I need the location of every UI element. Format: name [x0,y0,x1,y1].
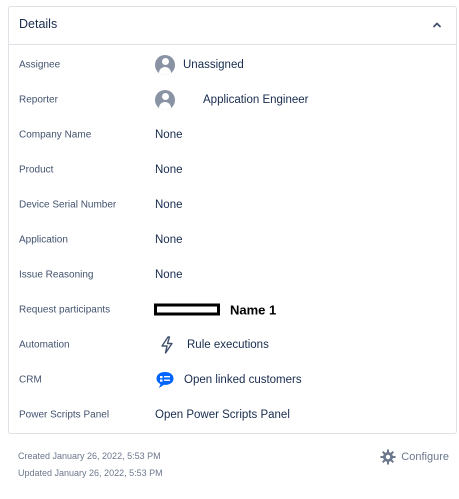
open-linked-customers-link[interactable]: Open linked customers [155,371,302,389]
field-label: CRM [19,374,42,385]
field-crm: CRM Open linked customers [9,362,456,397]
panel-title: Details [19,17,58,31]
chat-bubble-icon [156,371,174,388]
details-panel-header[interactable]: Details [9,7,456,45]
field-label: Company Name [19,129,92,140]
field-label: Reporter [19,94,58,105]
lightning-bolt-icon [161,335,173,354]
field-application: Application None [9,222,456,257]
user-avatar-icon [155,54,175,75]
field-label: Automation [19,339,70,350]
redacted-box [154,303,220,316]
application-value[interactable]: None [155,234,183,246]
configure-label[interactable]: Configure [401,451,449,463]
field-company-name: Company Name None [9,117,456,152]
field-value[interactable]: Application Engineer [155,89,309,110]
crm-value[interactable]: Open linked customers [184,374,302,386]
issue-reasoning-value[interactable]: None [155,269,183,281]
automation-value[interactable]: Rule executions [187,339,269,351]
field-value[interactable]: Name 1 [154,302,276,317]
field-power-scripts-panel: Power Scripts Panel Open Power Scripts P… [9,397,456,432]
field-label: Device Serial Number [19,199,117,210]
field-label: Product [19,164,54,175]
field-device-serial-number: Device Serial Number None [9,187,456,222]
product-value[interactable]: None [155,164,183,176]
participant-name[interactable]: Name 1 [230,302,276,317]
open-power-scripts-panel-link[interactable]: Open Power Scripts Panel [155,409,290,421]
gear-icon [380,449,396,465]
rule-executions-link[interactable]: Rule executions [155,335,269,354]
field-label: Request participants [19,304,111,315]
device-serial-number-value[interactable]: None [155,199,183,211]
field-automation: Automation Rule executions [9,327,456,362]
field-issue-reasoning: Issue Reasoning None [9,257,456,292]
field-product: Product None [9,152,456,187]
chevron-up-icon[interactable] [430,18,444,32]
field-label: Issue Reasoning [19,269,94,280]
updated-timestamp: Updated January 26, 2022, 5:53 PM [18,468,163,478]
field-assignee: Assignee Unassigned [9,47,456,82]
assignee-value[interactable]: Unassigned [183,59,244,71]
field-label: Application [19,234,68,245]
field-request-participants: Request participants Name 1 [9,292,456,327]
field-reporter: Reporter Application Engineer [9,82,456,117]
reporter-value[interactable]: Application Engineer [203,94,309,106]
created-timestamp: Created January 26, 2022, 5:53 PM [18,451,161,461]
company-name-value[interactable]: None [155,129,183,141]
field-label: Power Scripts Panel [19,409,110,420]
field-label: Assignee [19,59,61,70]
details-panel: Details Assignee Unassigned Reporter App… [8,6,457,434]
user-avatar-icon [155,89,175,110]
field-value[interactable]: Unassigned [155,54,244,75]
configure-button[interactable]: Configure [380,449,449,465]
